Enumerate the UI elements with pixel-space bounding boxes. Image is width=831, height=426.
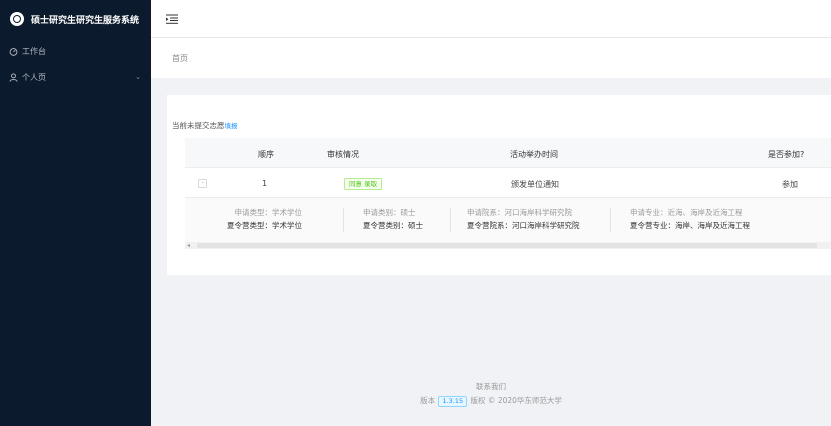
- divider: [343, 208, 344, 232]
- sidebar-item-label: 个人页: [22, 72, 46, 82]
- sidebar-item-workbench[interactable]: 工作台: [0, 38, 151, 64]
- brand-header: 硕士研究生研究生服务系统: [0, 0, 151, 38]
- university-logo-icon: [10, 12, 24, 26]
- sidebar: 硕士研究生研究生服务系统 工作台 个人页 ⌄: [0, 0, 151, 426]
- status-badge: 同意 录取: [344, 178, 383, 190]
- version-badge: 1.3.15: [438, 396, 468, 407]
- detail-major: 申请专业：近海、海岸及近海工程 夏令营专业：海岸、海岸及近海工程: [630, 208, 750, 230]
- fill-application-link[interactable]: 填报: [225, 122, 238, 130]
- sidebar-item-label: 工作台: [22, 46, 46, 56]
- divider: [450, 208, 451, 232]
- notice-text: 当前未提交志愿填报: [172, 120, 238, 131]
- participate-button[interactable]: 参加: [782, 179, 798, 190]
- horizontal-scrollbar[interactable]: ◂: [185, 242, 831, 249]
- footer: 联系我们 版本 1.3.15 版权 © 2020华东师范大学: [151, 380, 831, 408]
- detail-department: 申请院系：河口海岸科学研究院 夏令营院系：河口海岸科学研究院: [467, 208, 580, 230]
- chevron-down-icon: ⌄: [135, 73, 141, 81]
- menu-fold-icon[interactable]: [166, 14, 178, 24]
- column-header-review-status: 审核情况: [327, 150, 359, 159]
- expanded-row-details: 申请类型：学术学位 夏令营类型：学术学位 申请类别：硕士 夏令营类别：硕士 申请…: [185, 198, 831, 242]
- top-bar: [151, 0, 831, 38]
- table-header: 顺序 审核情况 活动举办时间 是否参加?: [185, 138, 831, 168]
- copyright-text: 版权 © 2020华东师范大学: [470, 396, 562, 405]
- breadcrumb: 首页: [151, 38, 831, 78]
- dashboard-icon: [9, 47, 18, 56]
- app-title: 硕士研究生研究生服务系统: [31, 15, 140, 26]
- scroll-left-icon[interactable]: ◂: [187, 242, 190, 249]
- detail-category: 申请类别：硕士 夏令营类别：硕士: [363, 208, 423, 230]
- column-header-activity-time: 活动举办时间: [510, 150, 558, 159]
- collapse-row-button[interactable]: -: [198, 179, 207, 188]
- scrollbar-thumb[interactable]: [197, 243, 817, 248]
- sidebar-item-profile[interactable]: 个人页 ⌄: [0, 64, 151, 90]
- user-icon: [9, 72, 18, 82]
- table-row: - 1 同意 录取 颁发单位通知 参加: [185, 168, 831, 198]
- divider: [610, 208, 611, 232]
- breadcrumb-home[interactable]: 首页: [172, 53, 188, 64]
- version-label: 版本: [420, 396, 436, 405]
- activity-time-cell: 颁发单位通知: [511, 180, 559, 189]
- application-card: 当前未提交志愿填报 顺序 审核情况 活动举办时间 是否参加? - 1 同意 录取…: [167, 95, 831, 275]
- version-line: 版本 1.3.15 版权 © 2020华东师范大学: [151, 394, 831, 408]
- notice-message: 当前未提交志愿: [172, 121, 225, 130]
- order-cell: 1: [262, 179, 268, 188]
- detail-degree-type: 申请类型：学术学位 夏令营类型：学术学位: [227, 208, 302, 230]
- column-header-order: 顺序: [258, 150, 274, 159]
- contact-us-link[interactable]: 联系我们: [151, 380, 831, 394]
- application-table: 顺序 审核情况 活动举办时间 是否参加? - 1 同意 录取 颁发单位通知 参加…: [185, 138, 831, 249]
- column-header-participate: 是否参加?: [768, 150, 805, 159]
